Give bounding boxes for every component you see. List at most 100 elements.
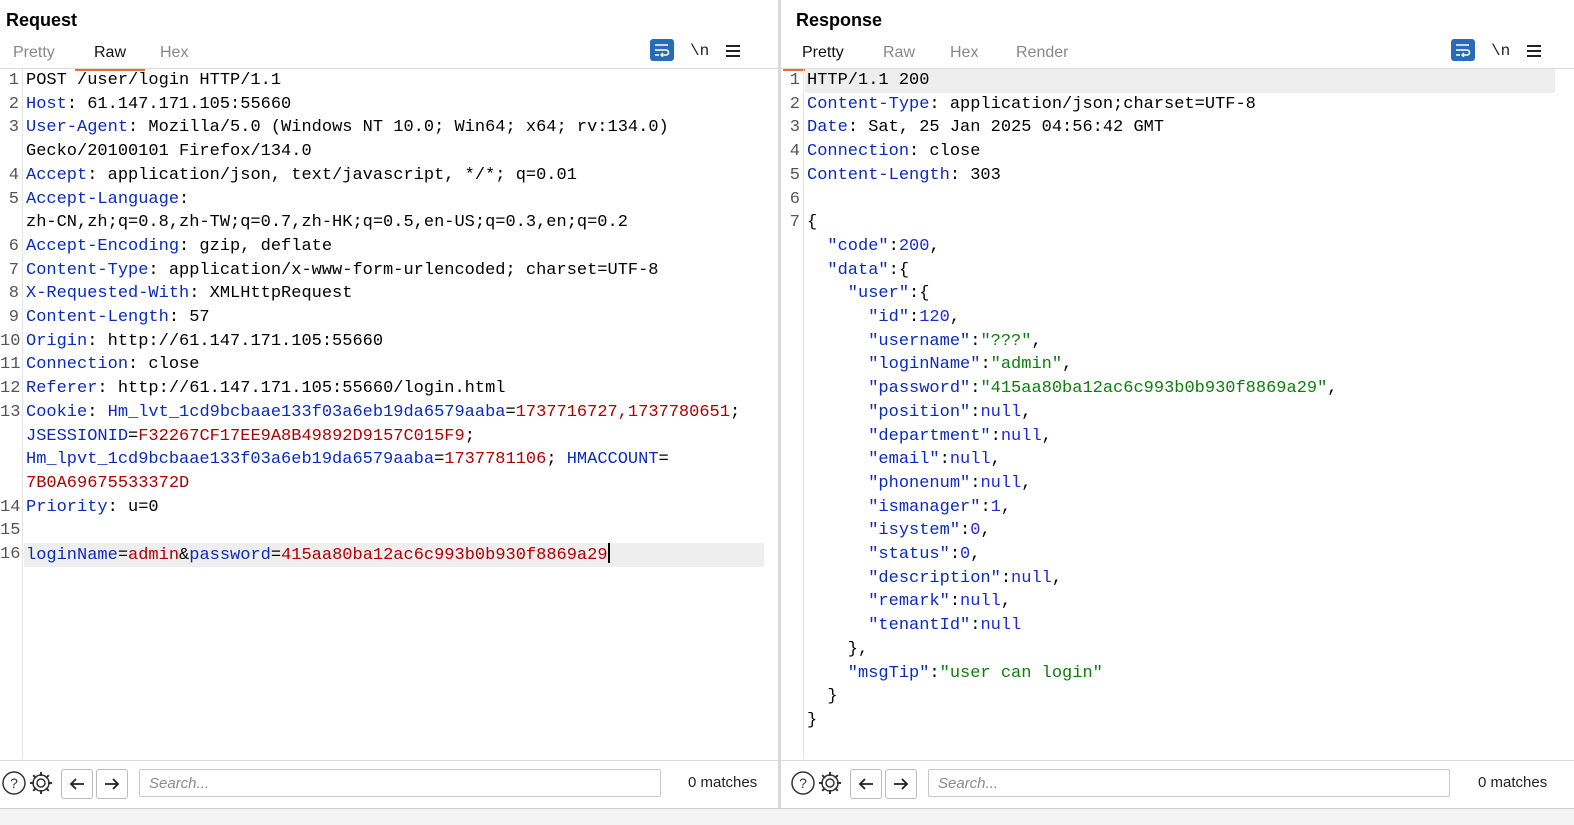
next-match-button[interactable] <box>885 769 917 799</box>
code-token: , <box>1000 592 1012 612</box>
code-token: Referer <box>26 379 98 399</box>
line-content: "msgTip":"user can login" <box>807 662 1103 686</box>
code-token: "remark" <box>807 592 950 612</box>
line-content: Accept: application/json, text/javascrip… <box>26 164 577 188</box>
help-icon[interactable]: ? <box>789 769 817 797</box>
code-token: : application/json;charset=UTF-8 <box>929 94 1256 114</box>
code-token: "username" <box>807 331 971 351</box>
word-wrap-icon[interactable] <box>1451 39 1475 61</box>
code-token: "admin" <box>990 355 1063 375</box>
code-token: "id" <box>807 308 910 327</box>
line-content: POST /user/login HTTP/1.1 <box>26 69 281 93</box>
line-number: 6 <box>8 236 19 256</box>
line-content: { <box>807 211 817 235</box>
request-tab-hex[interactable]: Hex <box>160 44 188 68</box>
response-tab-hex[interactable]: Hex <box>950 44 978 68</box>
code-token: "415aa80ba12ac6c993b0b930f8869a29" <box>980 379 1328 399</box>
menu-icon[interactable] <box>726 39 740 63</box>
code-token: : Sat, 25 Jan 2025 04:56:42 GMT <box>847 118 1165 138</box>
code-token: , <box>1051 568 1063 588</box>
code-token: "user can login" <box>939 663 1103 683</box>
arrow-right-icon <box>894 778 909 790</box>
code-token: zh-CN,zh;q=0.8,zh-TW;q=0.7,zh-HK;q=0.5,e… <box>26 213 628 233</box>
code-token: ; <box>729 402 741 422</box>
help-icon[interactable]: ? <box>0 769 28 797</box>
code-token: : gzip, deflate <box>179 236 333 256</box>
code-token: 200 <box>898 236 930 256</box>
line-number: 5 <box>8 189 19 209</box>
line-content: "isystem":0, <box>807 519 990 543</box>
newline-toggle-button[interactable]: \n <box>690 39 709 63</box>
line-content: Accept-Language: <box>26 188 189 212</box>
line-number: 8 <box>8 284 19 304</box>
menu-icon[interactable] <box>1527 39 1541 63</box>
code-token: 120 <box>919 308 950 327</box>
code-token: "position" <box>807 402 971 422</box>
settings-gear-icon[interactable] <box>816 769 844 797</box>
line-content: zh-CN,zh;q=0.8,zh-TW;q=0.7,zh-HK;q=0.5,e… <box>26 211 628 235</box>
code-token: , <box>970 545 981 564</box>
gutter-divider <box>803 69 804 759</box>
line-content: "id":120, <box>807 306 960 330</box>
request-search-input[interactable] <box>139 769 661 797</box>
line-content: Accept-Encoding: gzip, deflate <box>26 235 332 259</box>
code-token: HMACCOUNT <box>566 450 659 470</box>
line-number: 4 <box>789 142 800 162</box>
newline-toggle-button[interactable]: \n <box>1491 39 1510 63</box>
line-content: "loginName":"admin", <box>807 353 1072 377</box>
code-token: Content-Type <box>807 94 930 114</box>
line-number: 12 <box>0 379 21 399</box>
code-token: Content-Length <box>807 165 950 185</box>
response-tab-raw[interactable]: Raw <box>883 44 915 68</box>
response-editor[interactable]: 1 HTTP/1.1 200 2 Content-Type: application/… <box>781 69 1555 759</box>
code-token: null <box>949 450 991 470</box>
code-token: , <box>949 308 961 327</box>
response-search-input[interactable] <box>928 769 1450 797</box>
code-token: , <box>1031 331 1042 351</box>
code-token: = <box>117 546 129 565</box>
code-token: "password" <box>807 379 971 399</box>
request-editor-tools: \n <box>650 39 770 65</box>
next-match-button[interactable] <box>96 769 128 799</box>
code-token: password <box>189 546 271 565</box>
code-token: : <box>949 592 961 612</box>
response-tab-render[interactable]: Render <box>1016 44 1068 68</box>
code-token: : close <box>909 142 981 162</box>
code-token: } <box>807 710 818 730</box>
code-token: null <box>960 592 1001 612</box>
code-token: , <box>1041 426 1052 446</box>
response-editor-tools: \n <box>1451 39 1571 65</box>
code-token: 1 <box>990 497 1001 517</box>
line-content: "remark":null, <box>807 590 1011 614</box>
response-pane: Response Pretty Raw Hex Render \n 1 HTTP/… <box>781 0 1574 808</box>
code-token: 7B0A69675533372D <box>26 473 190 493</box>
code-token: , <box>1000 497 1012 517</box>
previous-match-button[interactable] <box>61 769 93 799</box>
code-token: X-Requested-With <box>26 284 190 304</box>
request-tab-raw[interactable]: Raw <box>74 44 146 71</box>
request-tab-pretty[interactable]: Pretty <box>13 44 55 68</box>
code-token: { <box>807 213 818 233</box>
svg-text:?: ? <box>10 775 18 791</box>
code-token: : <box>970 379 981 399</box>
previous-match-button[interactable] <box>850 769 882 799</box>
line-number: 3 <box>8 118 19 138</box>
line-number: 1 <box>8 71 19 90</box>
line-content: }, <box>807 638 868 662</box>
code-token: : 303 <box>949 165 1001 185</box>
code-token: = <box>658 450 669 470</box>
status-strip <box>0 808 1574 825</box>
response-tab-pretty[interactable]: Pretty <box>783 44 863 71</box>
code-token: 1737716727,1737780651 <box>515 402 730 422</box>
settings-gear-icon[interactable] <box>27 769 55 797</box>
request-editor[interactable]: 1 POST /user/login HTTP/1.1 2 Host: 61.147.… <box>0 69 778 759</box>
line-content: 7B0A69675533372D <box>26 472 189 496</box>
code-token: User-Agent <box>26 118 129 138</box>
code-token: "isystem" <box>807 521 961 541</box>
code-token: Content-Type <box>26 260 149 280</box>
code-token: ; <box>464 426 475 446</box>
word-wrap-icon[interactable] <box>650 39 674 61</box>
line-number: 2 <box>8 94 19 114</box>
code-token: : <box>970 473 981 493</box>
code-token: :{ <box>888 260 910 280</box>
